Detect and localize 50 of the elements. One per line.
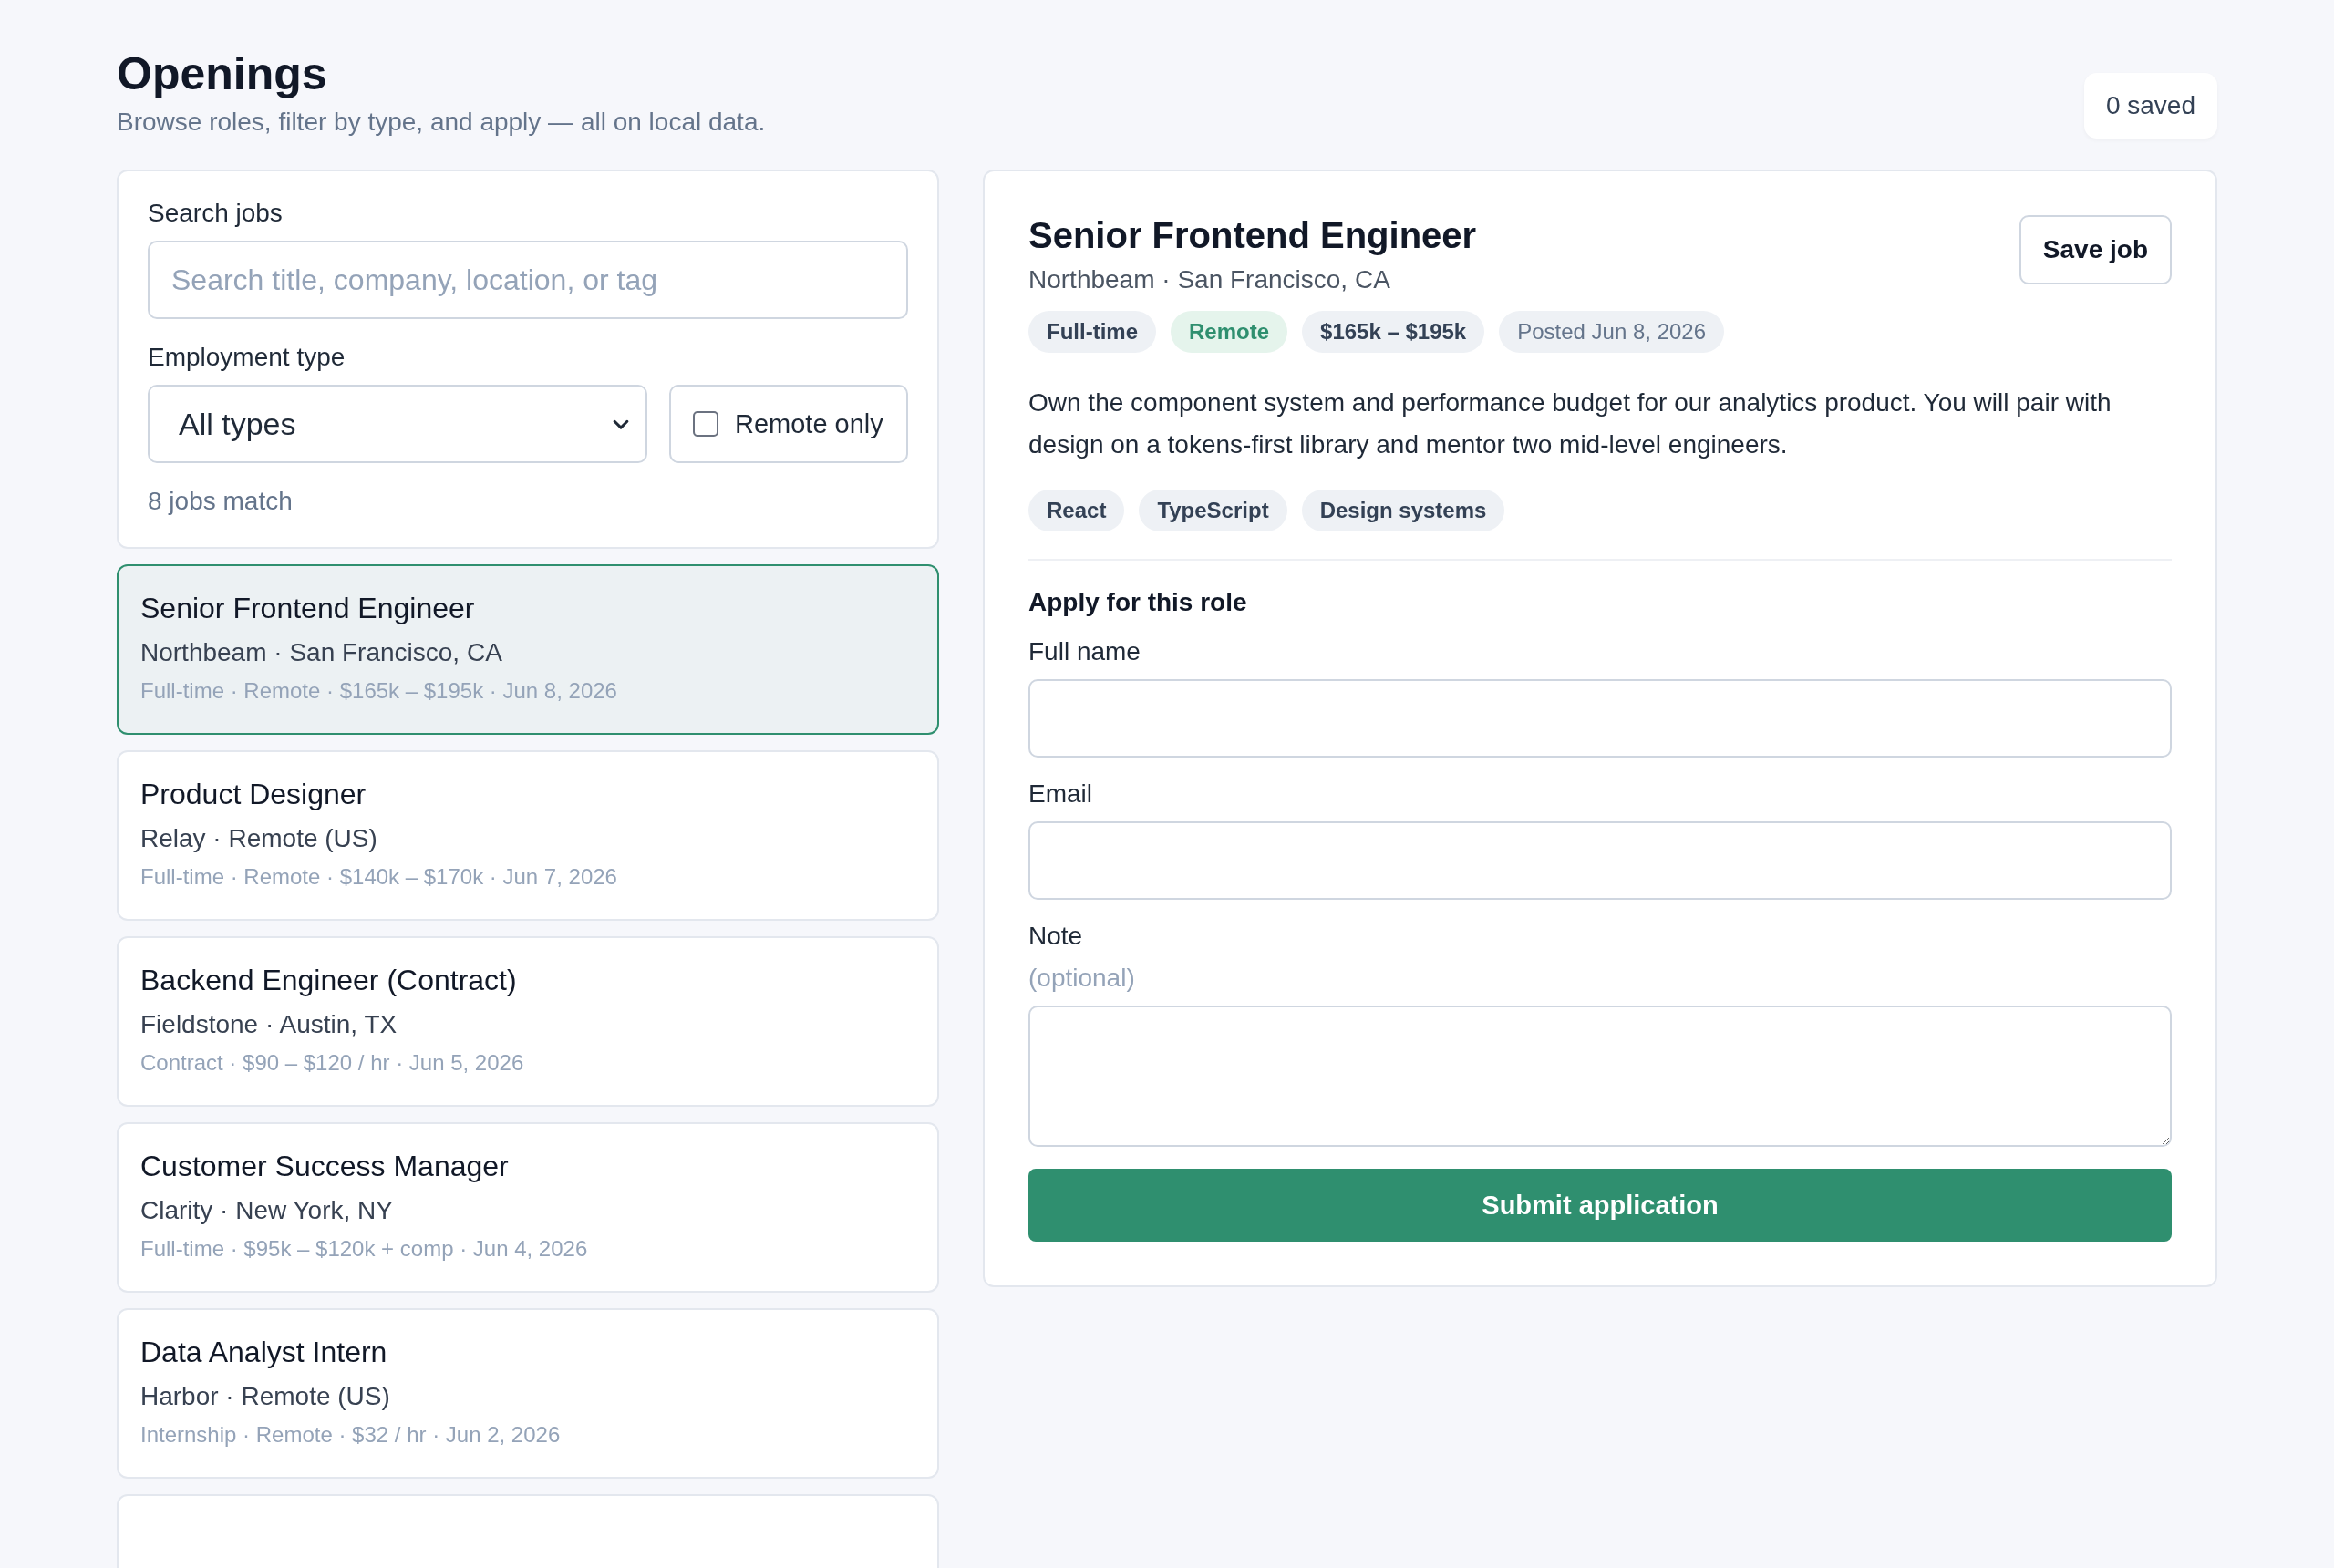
page-title: Openings	[117, 47, 328, 101]
job-card[interactable]: Senior Frontend Engineer Northbeam · San Francisco, CA Full-time · Remote · $165k – $195k · Jun 8, 2026	[117, 564, 939, 735]
job-card[interactable]: Product Designer Relay · Remote (US) Full-time · Remote · $140k – $170k · Jun 7, 2026	[117, 750, 939, 921]
save-job-button[interactable]: Save job	[2019, 215, 2172, 284]
job-company-location: Fieldstone · Austin, TX	[140, 1010, 398, 1039]
field-hint: (optional)	[1028, 964, 1136, 993]
section-heading: Apply for this role	[1028, 588, 1248, 617]
skill-tag: Design systems	[1301, 490, 1505, 531]
job-title: Senior Frontend Engineer	[1028, 215, 1477, 256]
job-company-location: Northbeam · San Francisco, CA	[140, 638, 503, 667]
search-field[interactable]: Search title, company, location, or tag	[148, 241, 908, 319]
job-title: Backend Engineer (Contract)	[140, 964, 518, 997]
job-title: Senior Frontend Engineer	[140, 592, 476, 625]
text-field[interactable]	[1028, 821, 2172, 900]
employment-type-dropdown[interactable]: All types	[148, 385, 647, 463]
job-meta: Full-time · Remote · $165k – $195k · Jun 8, 2026	[140, 678, 618, 704]
job-company-location: Relay · Remote (US)	[140, 824, 378, 853]
job-card[interactable]: Customer Success Manager Clarity · New York, NY Full-time · $95k – $120k + comp · Jun 4, 2026	[117, 1122, 939, 1293]
job-card[interactable]: Backend Engineer (Contract) Fieldstone · Austin, TX Contract · $90 – $120 / hr · Jun 5, 2026	[117, 936, 939, 1107]
page-subtitle: Browse roles, filter by type, and apply — all on local data.	[117, 108, 766, 137]
job-meta: Contract · $90 – $120 / hr · Jun 5, 2026	[140, 1050, 525, 1076]
skill-tag: React	[1028, 490, 1125, 531]
job-description: Own the component system and performance budget for our analytics product. You will pair with design on a tokens-first library and mentor two mid-level engineers.	[1028, 387, 2112, 460]
job-meta: Internship · Remote · $32 / hr · Jun 2, 2026	[140, 1422, 562, 1448]
job-title: Customer Success Manager	[140, 1150, 510, 1183]
job-title: Data Analyst Intern	[140, 1336, 388, 1369]
job-title: Product Designer	[140, 778, 367, 811]
job-tag: Remote	[1171, 311, 1288, 353]
submit-button[interactable]: Submit application	[1028, 1169, 2172, 1242]
saved-count-badge: 0 saved	[2083, 73, 2217, 139]
field-label: Full name	[1028, 637, 1141, 666]
job-company-location: Harbor · Remote (US)	[140, 1382, 391, 1411]
match-count: 8 jobs match	[148, 487, 294, 516]
skill-tag: TypeScript	[1139, 490, 1287, 531]
job-tag: Full-time	[1028, 311, 1156, 353]
job-meta: Full-time · Remote · $140k – $170k · Jun 7, 2026	[140, 864, 618, 890]
checkbox[interactable]	[693, 411, 718, 437]
job-company-location: Clarity · New York, NY	[140, 1196, 394, 1225]
text-field[interactable]	[1028, 679, 2172, 758]
field-label: Note	[1028, 922, 1084, 951]
job-card[interactable]: Data Analyst Intern Harbor · Remote (US) Internship · Remote · $32 / hr · Jun 2, 2026	[117, 1308, 939, 1479]
job-tag: Posted Jun 8, 2026	[1499, 311, 1725, 353]
note-field[interactable]	[1028, 1006, 2172, 1147]
job-company-location: Northbeam · San Francisco, CA	[1028, 265, 1391, 294]
job-meta: Full-time · $95k – $120k + comp · Jun 4, 2026	[140, 1236, 589, 1262]
field-label: Search jobs	[148, 199, 284, 228]
field-label: Email	[1028, 779, 1093, 809]
field-label: Employment type	[148, 343, 346, 372]
job-tag: $165k – $195k	[1302, 311, 1485, 353]
remote-only-toggle[interactable]: Remote only	[669, 385, 908, 463]
